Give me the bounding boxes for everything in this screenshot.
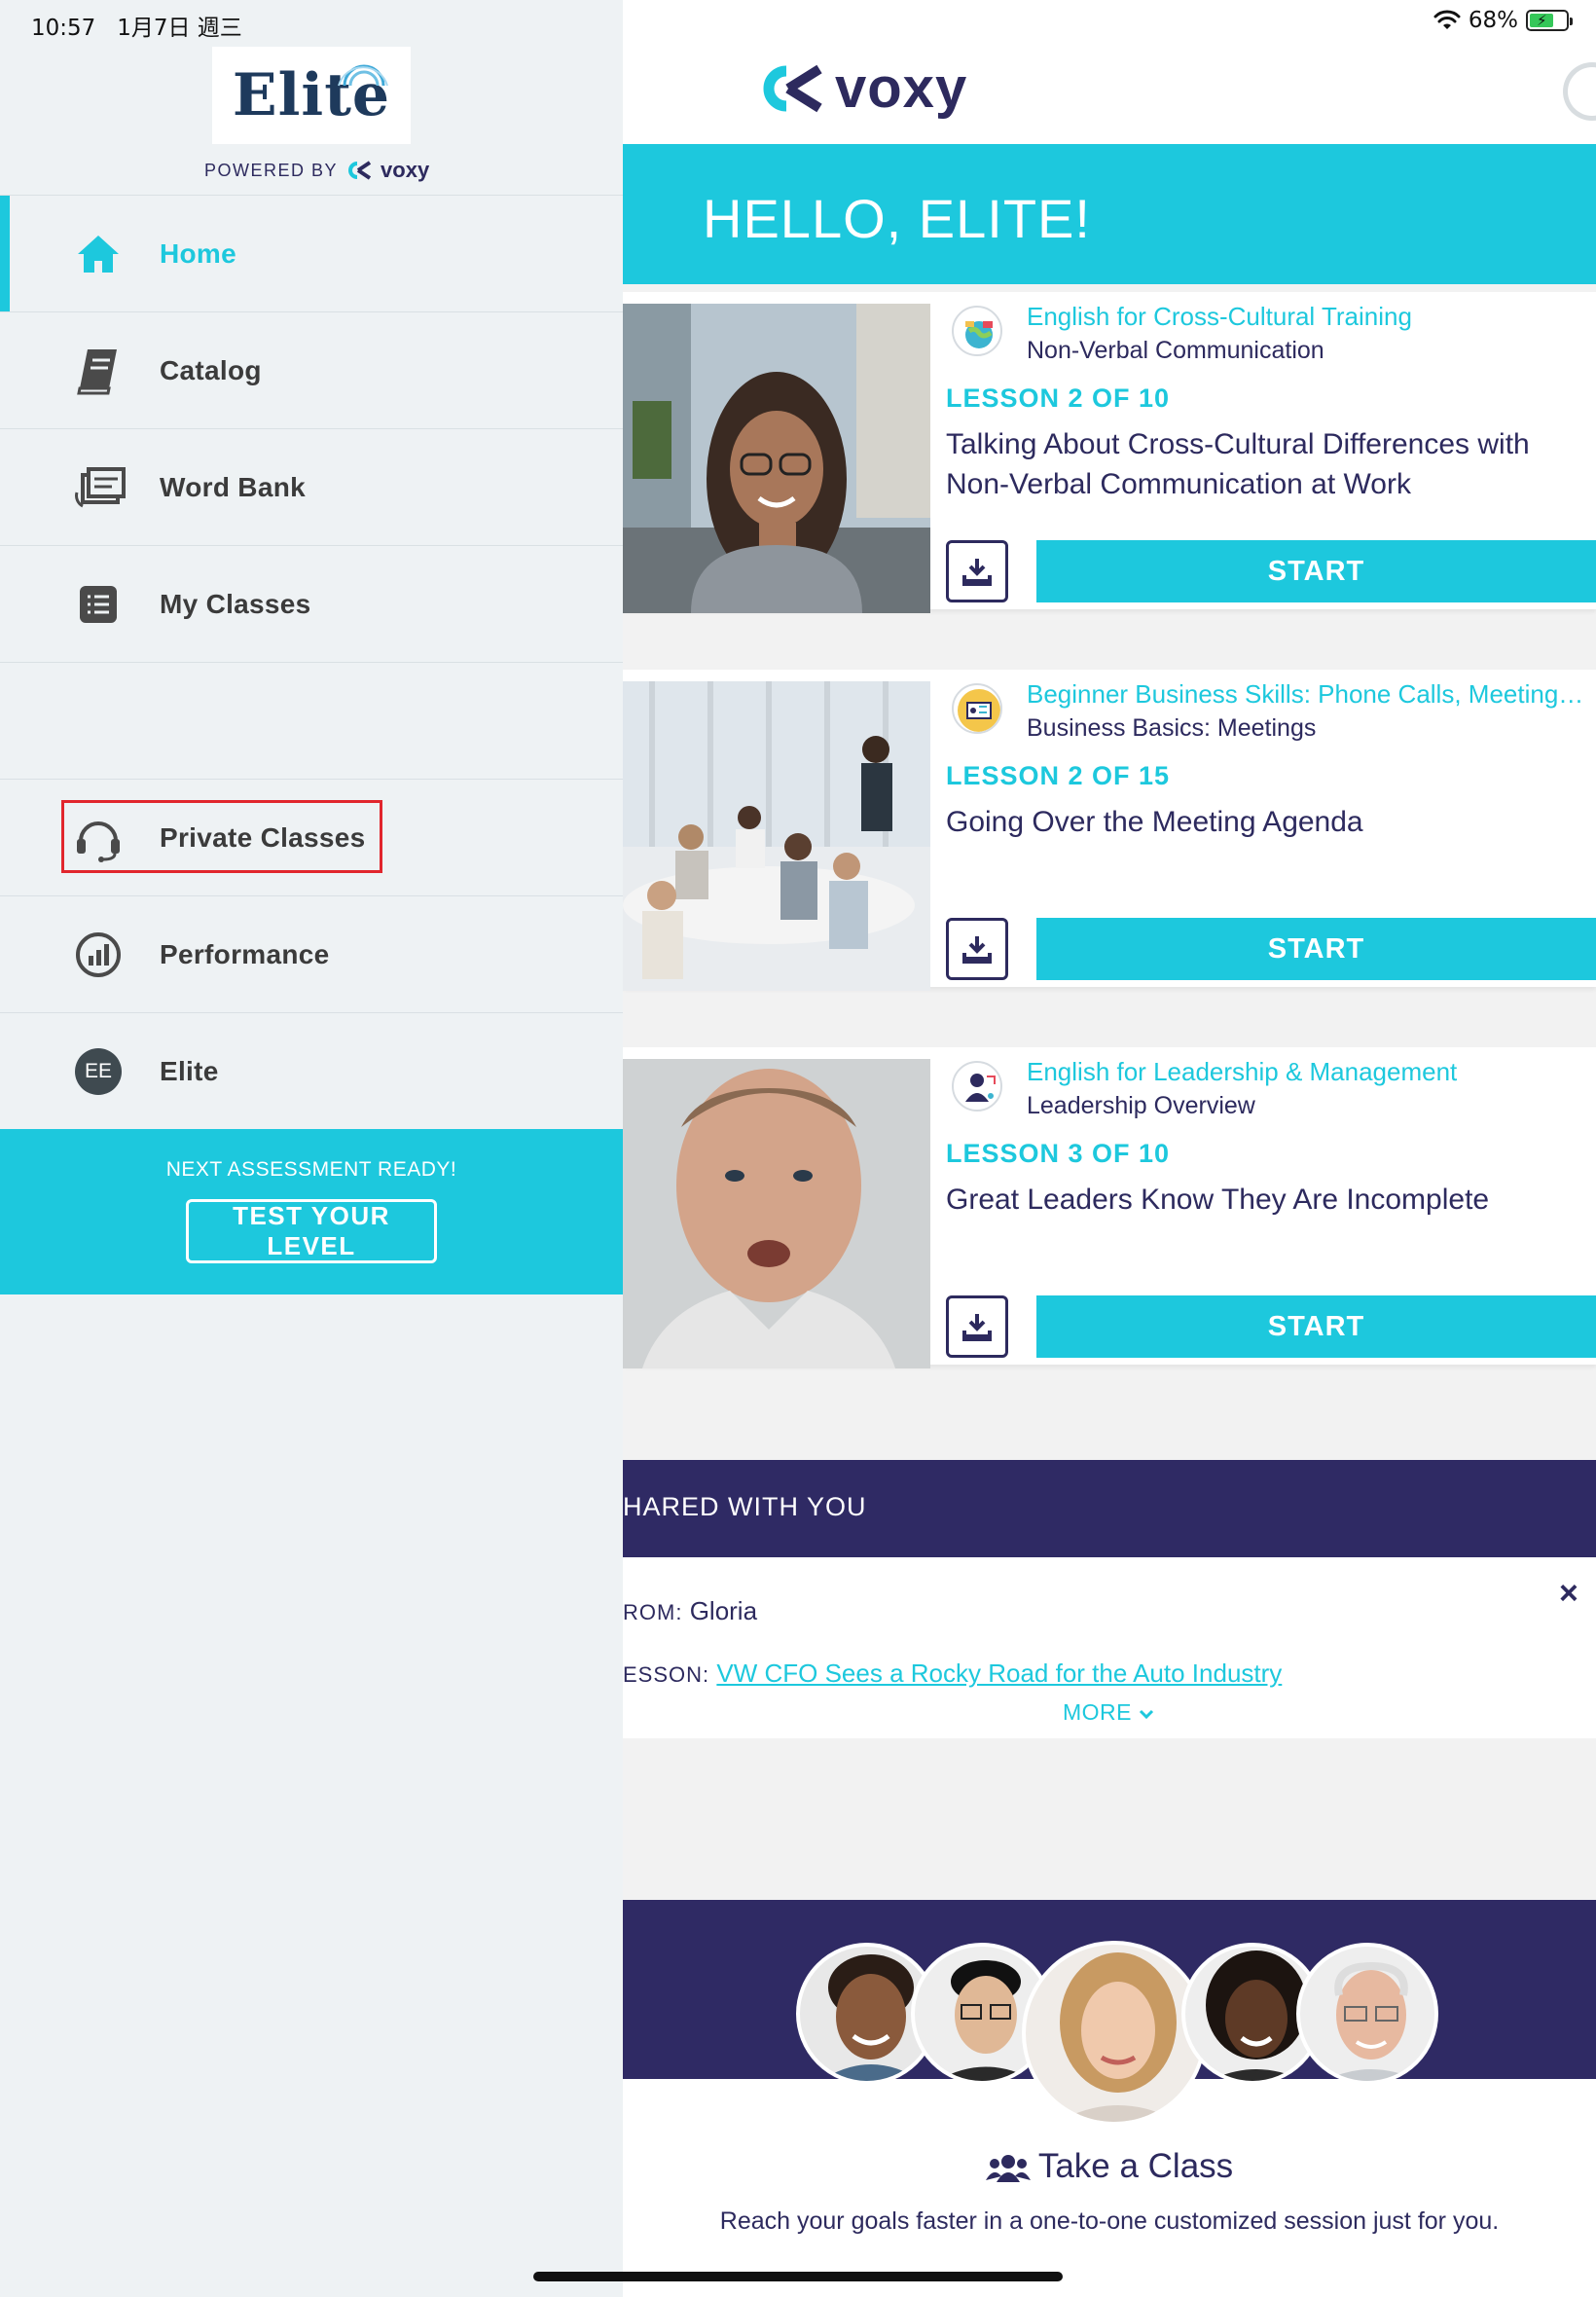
download-button[interactable] bbox=[946, 1295, 1008, 1358]
tutor-avatar bbox=[1022, 1941, 1207, 2126]
highlight-box bbox=[61, 800, 382, 873]
battery-icon: ⚡ bbox=[1526, 10, 1573, 31]
shared-from-label: ROM: bbox=[623, 1600, 683, 1624]
performance-icon bbox=[68, 925, 128, 985]
shared-header: HARED WITH YOU bbox=[623, 1460, 1596, 1557]
lesson-photo-meeting bbox=[623, 681, 930, 991]
signal-waves-icon bbox=[338, 64, 388, 87]
book-icon bbox=[68, 341, 128, 401]
tutor-faces bbox=[796, 1941, 1438, 2128]
lesson-card: English for Cross-Cultural Training Non-… bbox=[623, 292, 1596, 613]
status-right: 68% ⚡ bbox=[1433, 8, 1573, 33]
sidebar-item-label: Performance bbox=[160, 938, 330, 969]
test-your-level-button[interactable]: TEST YOUR LEVEL bbox=[186, 1199, 437, 1263]
course-title[interactable]: English for Leadership & Management bbox=[1027, 1057, 1591, 1087]
people-icon bbox=[985, 2154, 1031, 2182]
start-button[interactable]: START bbox=[1036, 540, 1596, 602]
lesson-title[interactable]: Going Over the Meeting Agenda bbox=[946, 802, 1588, 842]
lesson-number: LESSON 3 OF 10 bbox=[946, 1139, 1171, 1168]
unit-title: Leadership Overview bbox=[1027, 1092, 1255, 1119]
sidebar-item-label: Home bbox=[160, 237, 236, 269]
elite-logo: Elite bbox=[212, 47, 411, 144]
sidebar-nav: Home Catalog Word Bank My Classes Privat… bbox=[0, 195, 623, 1129]
sidebar-item-label: Catalog bbox=[160, 354, 262, 385]
list-icon bbox=[68, 574, 128, 635]
progress-ring[interactable] bbox=[1563, 62, 1596, 121]
unit-title: Business Basics: Meetings bbox=[1027, 714, 1317, 742]
more-button[interactable]: MORE bbox=[1063, 1699, 1154, 1726]
sidebar-item-label: Elite bbox=[160, 1055, 219, 1086]
course-business-icon bbox=[952, 683, 1002, 734]
course-title[interactable]: Beginner Business Skills: Phone Calls, M… bbox=[1027, 679, 1591, 710]
assessment-text: NEXT ASSESSMENT READY! bbox=[165, 1158, 457, 1181]
powered-by: POWERED BY voxy bbox=[204, 158, 430, 182]
status-bar: 10:57 1月7日 週三 68% ⚡ bbox=[0, 0, 1596, 47]
sidebar-item-home[interactable]: Home bbox=[0, 195, 623, 311]
lesson-card: English for Leadership & Management Lead… bbox=[623, 1047, 1596, 1368]
sidebar-item-catalog[interactable]: Catalog bbox=[0, 311, 623, 428]
download-icon bbox=[962, 1314, 992, 1341]
shared-panel: × ROM: Gloria ESSON: VW CFO Sees a Rocky… bbox=[623, 1557, 1596, 1738]
sidebar-item-word-bank[interactable]: Word Bank bbox=[0, 428, 623, 545]
voxy-logo[interactable]: voxy bbox=[755, 60, 967, 117]
shared-lesson: ESSON: VW CFO Sees a Rocky Road for the … bbox=[623, 1659, 1282, 1689]
lesson-title[interactable]: Great Leaders Know They Are Incomplete bbox=[946, 1180, 1588, 1220]
lesson-card: Beginner Business Skills: Phone Calls, M… bbox=[623, 670, 1596, 991]
lesson-number: LESSON 2 OF 15 bbox=[946, 761, 1171, 790]
word-bank-icon bbox=[68, 457, 128, 518]
home-indicator[interactable] bbox=[533, 2272, 1063, 2281]
take-class-description: Reach your goals faster in a one-to-one … bbox=[719, 2207, 1500, 2235]
sidebar-spacer bbox=[0, 662, 623, 779]
main-content: voxy HELLO, ELITE! English for Cross-Cul… bbox=[623, 0, 1596, 2297]
status-time: 10:57 1月7日 週三 bbox=[31, 16, 242, 41]
sidebar-item-performance[interactable]: Performance bbox=[0, 895, 623, 1012]
download-button[interactable] bbox=[946, 918, 1008, 980]
course-globe-icon bbox=[952, 306, 1002, 356]
shared-from: ROM: Gloria bbox=[623, 1596, 757, 1626]
shared-lesson-label: ESSON: bbox=[623, 1662, 710, 1687]
home-icon bbox=[68, 224, 128, 284]
start-button[interactable]: START bbox=[1036, 1295, 1596, 1358]
sidebar-item-my-classes[interactable]: My Classes bbox=[0, 545, 623, 662]
shared-lesson-link[interactable]: VW CFO Sees a Rocky Road for the Auto In… bbox=[716, 1659, 1282, 1688]
battery-percent: 68% bbox=[1468, 8, 1518, 33]
avatar-ee-icon: EE bbox=[68, 1041, 128, 1102]
sidebar-item-profile[interactable]: EE Elite bbox=[0, 1012, 623, 1129]
course-title[interactable]: English for Cross-Cultural Training bbox=[1027, 302, 1591, 332]
shared-from-value: Gloria bbox=[689, 1596, 758, 1625]
greeting-text: HELLO, ELITE! bbox=[703, 188, 1091, 249]
close-icon[interactable]: × bbox=[1559, 1575, 1578, 1613]
download-icon bbox=[962, 936, 992, 964]
start-button[interactable]: START bbox=[1036, 918, 1596, 980]
download-button[interactable] bbox=[946, 540, 1008, 602]
assessment-banner: NEXT ASSESSMENT READY! TEST YOUR LEVEL bbox=[0, 1129, 623, 1294]
voxy-mark-icon bbox=[763, 64, 822, 113]
voxy-wordmark: voxy bbox=[835, 56, 968, 120]
sidebar-item-label: My Classes bbox=[160, 588, 311, 619]
avatar: EE bbox=[75, 1047, 122, 1095]
sidebar: Elite POWERED BY voxy Home Catalog Word … bbox=[0, 0, 623, 2297]
take-class-title[interactable]: Take a Class bbox=[623, 2147, 1596, 2186]
chevron-down-icon bbox=[1139, 1709, 1153, 1720]
greeting-banner: HELLO, ELITE! bbox=[623, 144, 1596, 284]
wifi-icon bbox=[1433, 10, 1461, 29]
shared-heading: HARED WITH YOU bbox=[623, 1492, 867, 1521]
lesson-title[interactable]: Talking About Cross-Cultural Differences… bbox=[946, 424, 1588, 504]
sidebar-item-label: Word Bank bbox=[160, 471, 306, 502]
course-leadership-icon bbox=[952, 1061, 1002, 1112]
lesson-photo-woman bbox=[623, 304, 930, 613]
tutor-avatar bbox=[1296, 1943, 1438, 2085]
download-icon bbox=[962, 559, 992, 586]
unit-title: Non-Verbal Communication bbox=[1027, 337, 1324, 364]
lesson-photo-man bbox=[623, 1059, 930, 1368]
lesson-number: LESSON 2 OF 10 bbox=[946, 383, 1171, 413]
voxy-mark-icon bbox=[348, 161, 372, 180]
